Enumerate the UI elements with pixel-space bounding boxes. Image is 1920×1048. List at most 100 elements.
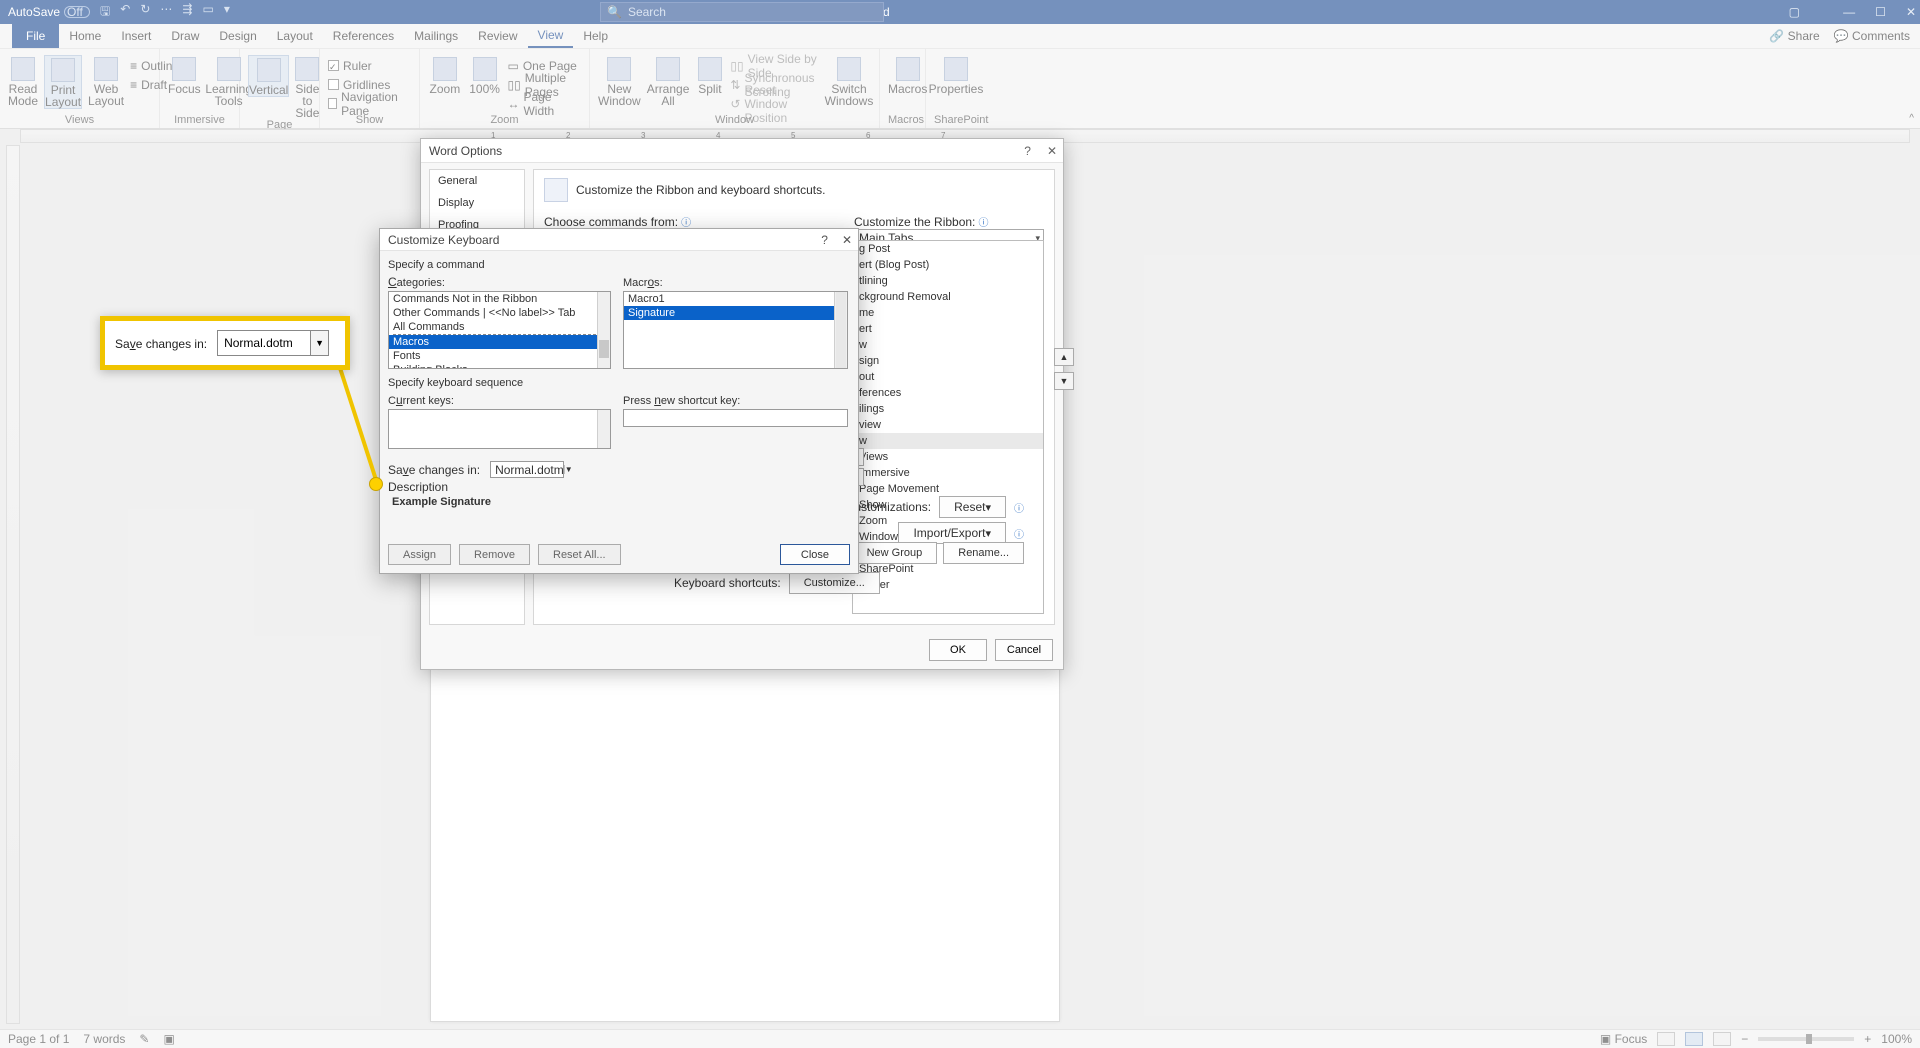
- scrollbar[interactable]: [597, 292, 610, 368]
- tree-item[interactable]: g Post: [853, 241, 1043, 257]
- close-button[interactable]: Close: [780, 544, 850, 565]
- zoom-out-icon[interactable]: −: [1741, 1032, 1748, 1046]
- print-view-icon[interactable]: [1685, 1032, 1703, 1046]
- focus-mode-button[interactable]: ▣ Focus: [1600, 1032, 1647, 1046]
- current-keys-box[interactable]: [388, 409, 611, 449]
- category-item[interactable]: Fonts: [389, 349, 610, 363]
- move-up-button[interactable]: ▲: [1054, 348, 1074, 366]
- zoom-100-button[interactable]: 100%: [468, 55, 502, 95]
- properties-button[interactable]: Properties: [934, 55, 978, 95]
- menu-design[interactable]: Design: [209, 24, 266, 48]
- reset-all-button[interactable]: Reset All...: [538, 544, 621, 565]
- read-view-icon[interactable]: [1657, 1032, 1675, 1046]
- chevron-down-icon[interactable]: ▼: [564, 465, 573, 474]
- tree-item[interactable]: ert (Blog Post): [853, 257, 1043, 273]
- info-icon[interactable]: ⓘ: [1014, 500, 1024, 515]
- autosave[interactable]: AutoSave Off: [8, 5, 90, 19]
- zoom-slider[interactable]: [1758, 1037, 1854, 1041]
- scrollbar[interactable]: [597, 410, 610, 448]
- tree-item[interactable]: sign: [853, 353, 1043, 369]
- macro-item[interactable]: Macro1: [624, 292, 847, 306]
- macros-list[interactable]: Macro1Signature: [623, 291, 848, 369]
- page-indicator[interactable]: Page 1 of 1: [8, 1032, 69, 1046]
- menu-file[interactable]: File: [12, 24, 59, 48]
- macro-rec-icon[interactable]: ▣: [163, 1032, 174, 1046]
- zoom-in-icon[interactable]: +: [1864, 1032, 1871, 1046]
- vertical-ruler[interactable]: [6, 145, 20, 1024]
- arrange-all-button[interactable]: Arrange All: [647, 55, 690, 107]
- word-count[interactable]: 7 words: [83, 1032, 125, 1046]
- qat-icon[interactable]: ⋯: [160, 2, 172, 23]
- close-icon[interactable]: ✕: [1906, 5, 1916, 19]
- tree-item[interactable]: tlining: [853, 273, 1043, 289]
- page-width-button[interactable]: ↔Page Width: [507, 95, 581, 112]
- help-icon[interactable]: ?: [1024, 144, 1031, 158]
- info-icon[interactable]: ⓘ: [978, 218, 988, 229]
- menu-help[interactable]: Help: [573, 24, 618, 48]
- menu-references[interactable]: References: [323, 24, 404, 48]
- comments-button[interactable]: 💬 Comments: [1834, 29, 1910, 43]
- collapse-ribbon-icon[interactable]: ^: [1909, 113, 1914, 124]
- ribbon-display-options-icon[interactable]: ▢: [1789, 5, 1800, 19]
- menu-insert[interactable]: Insert: [111, 24, 161, 48]
- save-changes-in-combo[interactable]: Normal.dotm▼: [490, 461, 564, 478]
- close-icon[interactable]: ✕: [1047, 144, 1057, 158]
- tree-item[interactable]: ert: [853, 321, 1043, 337]
- autosave-toggle[interactable]: Off: [64, 6, 90, 18]
- read-mode-button[interactable]: Read Mode: [8, 55, 38, 107]
- ruler-checkbox[interactable]: Ruler: [328, 57, 411, 74]
- categories-list[interactable]: Commands Not in the RibbonOther Commands…: [388, 291, 611, 369]
- switch-windows-button[interactable]: Switch Windows: [827, 55, 871, 107]
- print-layout-button[interactable]: Print Layout: [44, 55, 82, 109]
- customize-shortcuts-button[interactable]: Customize...: [789, 572, 880, 594]
- reset-button[interactable]: Reset ▾: [939, 496, 1006, 518]
- qat-icon[interactable]: ▭: [202, 2, 213, 23]
- share-button[interactable]: 🔗 Share: [1769, 29, 1819, 43]
- new-shortcut-input[interactable]: [623, 409, 848, 427]
- tree-item[interactable]: me: [853, 305, 1043, 321]
- zoom-button[interactable]: Zoom: [428, 55, 462, 95]
- maximize-icon[interactable]: ☐: [1875, 5, 1886, 19]
- tree-item[interactable]: ferences: [853, 385, 1043, 401]
- rename-button[interactable]: Rename...: [943, 542, 1024, 564]
- assign-button[interactable]: Assign: [388, 544, 451, 565]
- tree-item[interactable]: w: [853, 337, 1043, 353]
- menu-draw[interactable]: Draw: [161, 24, 209, 48]
- tree-item[interactable]: out: [853, 369, 1043, 385]
- qat-icon[interactable]: ⇶: [182, 2, 192, 23]
- macros-button[interactable]: Macros: [888, 55, 927, 95]
- tree-item[interactable]: w: [853, 433, 1043, 449]
- vertical-button[interactable]: Vertical: [248, 55, 289, 97]
- tree-item[interactable]: ilings: [853, 401, 1043, 417]
- redo-icon[interactable]: ↻: [140, 2, 150, 23]
- undo-icon[interactable]: ↶: [120, 2, 130, 23]
- menu-view[interactable]: View: [528, 24, 574, 48]
- tree-item[interactable]: ckground Removal: [853, 289, 1043, 305]
- move-down-button[interactable]: ▼: [1054, 372, 1074, 390]
- close-icon[interactable]: ✕: [842, 233, 852, 247]
- menu-review[interactable]: Review: [468, 24, 527, 48]
- tree-item[interactable]: view: [853, 417, 1043, 433]
- menu-layout[interactable]: Layout: [267, 24, 323, 48]
- category-item[interactable]: Building Blocks: [389, 363, 610, 369]
- search-box[interactable]: 🔍 Search: [600, 2, 884, 22]
- zoom-level[interactable]: 100%: [1881, 1032, 1912, 1046]
- menu-mailings[interactable]: Mailings: [404, 24, 468, 48]
- navpane-checkbox[interactable]: Navigation Pane: [328, 95, 411, 112]
- info-icon[interactable]: ⓘ: [1014, 526, 1024, 541]
- category-item[interactable]: All Commands: [389, 320, 610, 334]
- scrollbar[interactable]: [834, 292, 847, 368]
- category-item[interactable]: Commands Not in the Ribbon: [389, 292, 610, 306]
- ok-button[interactable]: OK: [929, 639, 987, 661]
- nav-display[interactable]: Display: [430, 192, 524, 214]
- web-layout-button[interactable]: Web Layout: [88, 55, 124, 107]
- spell-check-icon[interactable]: ✎: [139, 1032, 149, 1046]
- focus-button[interactable]: Focus: [168, 55, 201, 95]
- side-to-side-button[interactable]: Side to Side: [295, 55, 319, 119]
- help-icon[interactable]: ?: [821, 233, 828, 247]
- menu-home[interactable]: Home: [59, 24, 111, 48]
- remove-button[interactable]: Remove: [459, 544, 530, 565]
- import-export-button[interactable]: Import/Export ▾: [898, 522, 1006, 544]
- minimize-icon[interactable]: —: [1843, 5, 1855, 19]
- new-group-button[interactable]: New Group: [852, 542, 938, 564]
